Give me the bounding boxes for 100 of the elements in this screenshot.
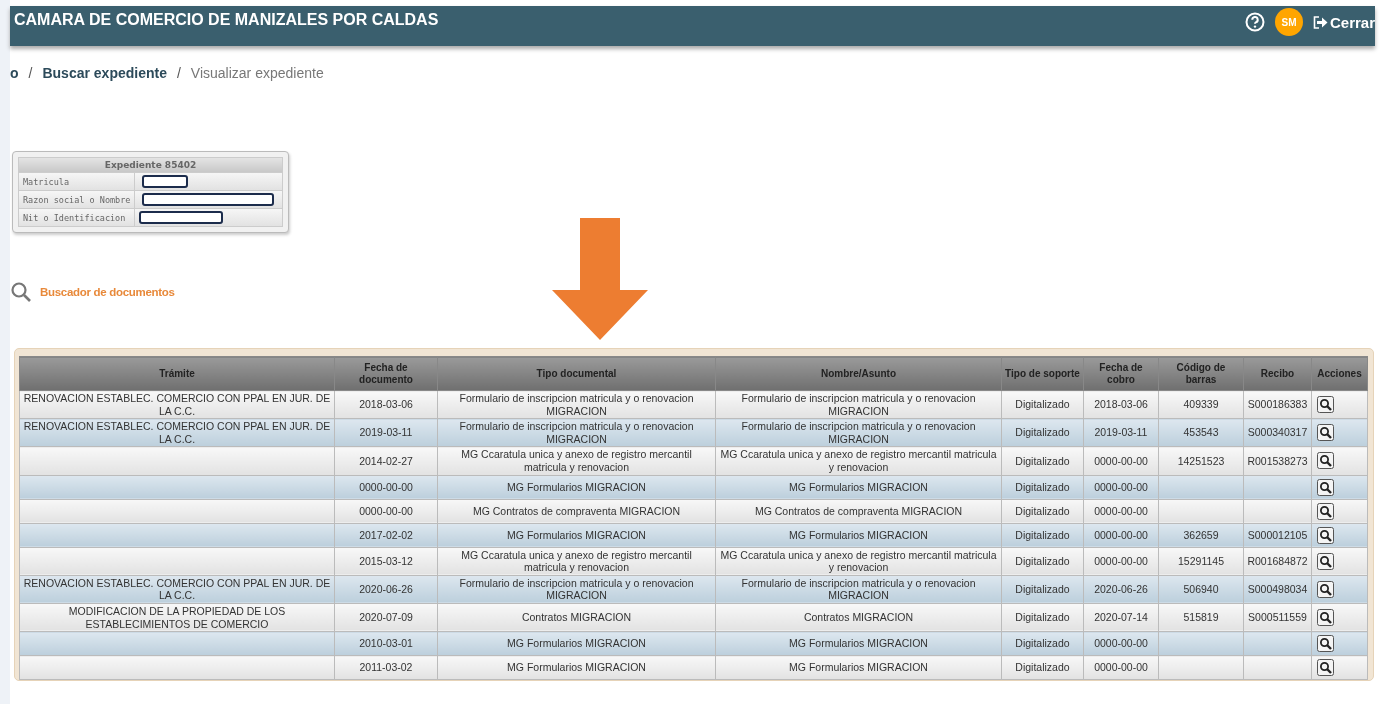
table-cell: 2020-06-26: [1094, 583, 1148, 596]
table-cell: 515819: [1183, 611, 1219, 624]
view-icon[interactable]: [1317, 424, 1334, 442]
table-cell: 2019-03-11: [359, 426, 413, 439]
table-cell: 2011-03-02: [359, 661, 413, 674]
table-cell: R001684872: [1247, 554, 1308, 567]
card-title: Expediente 85402: [18, 157, 283, 173]
table-cell: MG Formularios MIGRACION: [789, 661, 928, 674]
breadcrumb-link[interactable]: Buscar expediente: [42, 65, 167, 81]
view-icon[interactable]: [1317, 452, 1334, 470]
column-header: Nombre/Asunto: [715, 356, 1002, 391]
table-cell: S000511559: [1248, 611, 1307, 624]
table-cell: 0000-00-00: [1094, 637, 1148, 650]
table-cell: RENOVACION ESTABLEC. COMERCIO CON PPAL EN JUR. DE LA C.C.: [23, 576, 331, 602]
table-cell: 506940: [1183, 583, 1219, 596]
table-cell: Formulario de inscripcion matricula y o renovacion MIGRACION: [741, 392, 976, 417]
search-icon: [10, 281, 32, 303]
breadcrumb-separator: /: [28, 65, 33, 81]
field-label: Nit o Identificacion: [19, 209, 135, 226]
redaction-box: [142, 175, 188, 188]
table-cell: Digitalizado: [1015, 480, 1070, 493]
table-cell: 453543: [1183, 426, 1219, 439]
table-cell: Digitalizado: [1015, 637, 1070, 650]
table-cell: MG Contratos de compraventa MIGRACION: [754, 504, 963, 517]
help-icon[interactable]: [1244, 12, 1265, 32]
table-cell: S000340317: [1247, 426, 1308, 439]
table-cell: 2020-07-09: [359, 611, 413, 624]
view-icon[interactable]: [1317, 552, 1334, 570]
table-cell: Contratos MIGRACION: [521, 611, 632, 624]
column-header: Acciones: [1311, 356, 1368, 391]
table-cell: 2014-02-27: [359, 454, 413, 467]
column-header: Fecha de cobro: [1083, 356, 1159, 391]
table-cell: Formulario de inscripcion matricula y o renovacion MIGRACION: [741, 576, 976, 602]
table-cell: MG Formularios MIGRACION: [507, 528, 646, 541]
logout-icon: [1312, 15, 1328, 29]
view-icon[interactable]: [1317, 502, 1334, 520]
field-label: Matricula: [19, 173, 135, 190]
column-header: Recibo: [1243, 356, 1312, 391]
table-cell: 2020-07-14: [1094, 611, 1148, 624]
table-cell: MG Ccaratula unica y anexo de registro mercantil matricula y renovacion: [720, 548, 997, 574]
table-cell: 2015-03-12: [359, 554, 413, 567]
table-cell: Formulario de inscripcion matricula y o renovacion MIGRACION: [459, 392, 694, 417]
table-cell: 0000-00-00: [1094, 480, 1148, 493]
table-cell: S000186383: [1247, 398, 1308, 411]
table-cell: 2017-02-02: [359, 528, 413, 541]
table-cell: Digitalizado: [1015, 583, 1070, 596]
table-cell: Digitalizado: [1015, 398, 1070, 411]
logout-link[interactable]: Cerrar: [1312, 13, 1375, 31]
table-cell: Formulario de inscripcion matricula y o renovacion MIGRACION: [459, 576, 694, 602]
table-cell: MG Formularios MIGRACION: [789, 637, 928, 650]
column-header: Tipo de soporte: [1001, 356, 1084, 391]
table-cell: MG Ccaratula unica y anexo de registro mercantil matricula y renovacion: [720, 448, 997, 473]
view-icon[interactable]: [1317, 580, 1334, 598]
table-cell: Formulario de inscripcion matricula y o renovacion MIGRACION: [459, 420, 694, 445]
table-cell: Digitalizado: [1015, 661, 1070, 674]
view-icon[interactable]: [1317, 396, 1334, 414]
breadcrumb-separator: /: [176, 65, 181, 81]
table-cell: 0000-00-00: [1094, 504, 1148, 517]
table-cell: 2019-03-11: [1094, 426, 1148, 439]
table-cell: MODIFICACION DE LA PROPIEDAD DE LOS ESTABLECIMIENTOS DE COMERCIO: [68, 604, 286, 630]
table-cell: MG Formularios MIGRACION: [507, 637, 646, 650]
table-cell: 0000-00-00: [1094, 661, 1148, 674]
table-cell: S000012105: [1247, 528, 1308, 541]
table-cell: Formulario de inscripcion matricula y o renovacion MIGRACION: [741, 420, 976, 445]
column-header: Fecha de documento: [334, 356, 438, 391]
table-cell: MG Ccaratula unica y anexo de registro mercantil matricula y renovacion: [461, 548, 692, 574]
column-header: Código de barras: [1158, 356, 1244, 391]
table-cell: MG Formularios MIGRACION: [507, 661, 646, 674]
table-cell: 2018-03-06: [1094, 398, 1148, 411]
view-icon[interactable]: [1317, 478, 1334, 496]
table-cell: Digitalizado: [1015, 611, 1070, 624]
table-cell: MG Formularios MIGRACION: [789, 480, 928, 493]
table-cell: 0000-00-00: [359, 504, 413, 517]
table-cell: 362659: [1183, 528, 1219, 541]
table-cell: 15291145: [1178, 554, 1224, 567]
site-title: CAMARA DE COMERCIO DE MANIZALES POR CALDAS: [14, 11, 439, 29]
table-cell: RENOVACION ESTABLEC. COMERCIO CON PPAL EN JUR. DE LA C.C.: [23, 392, 331, 417]
table-cell: 0000-00-00: [1094, 454, 1148, 467]
table-cell: MG Contratos de compraventa MIGRACION: [472, 504, 681, 517]
view-icon[interactable]: [1317, 659, 1334, 677]
table-cell: MG Formularios MIGRACION: [507, 480, 646, 493]
view-icon[interactable]: [1317, 609, 1334, 627]
field-label: Razon social o Nombre: [19, 191, 135, 208]
table-cell: S000498034: [1247, 583, 1308, 596]
table-cell: MG Ccaratula unica y anexo de registro mercantil matricula y renovacion: [461, 448, 692, 473]
breadcrumb-link[interactable]: o: [10, 65, 19, 81]
view-icon[interactable]: [1317, 526, 1334, 544]
table-cell: 0000-00-00: [359, 480, 413, 493]
table-cell: 0000-00-00: [1094, 528, 1148, 541]
table-cell: 14251523: [1177, 454, 1225, 467]
view-icon[interactable]: [1317, 635, 1334, 653]
table-cell: Digitalizado: [1015, 554, 1070, 567]
column-header: Trámite: [19, 356, 335, 391]
column-header: Tipo documental: [437, 356, 716, 391]
table-cell: Digitalizado: [1015, 528, 1070, 541]
table-cell: 0000-00-00: [1094, 554, 1148, 567]
current-page-title: Visualizar expediente: [190, 65, 324, 81]
table-cell: 2018-03-06: [359, 398, 413, 411]
table-cell: R001538273: [1247, 454, 1308, 467]
table-cell: Digitalizado: [1015, 426, 1070, 439]
